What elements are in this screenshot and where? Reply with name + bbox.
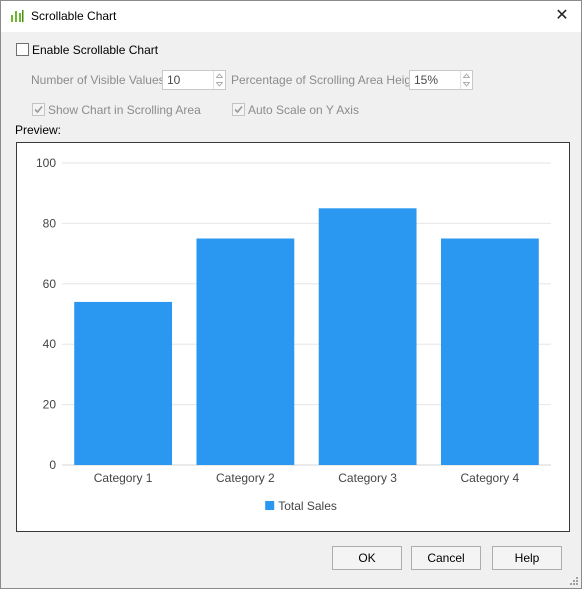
scrollable-chart-dialog: Scrollable Chart ✕ Enable Scrollable Cha… (0, 0, 582, 589)
chart-app-icon (11, 10, 24, 22)
auto-scale-label: Auto Scale on Y Axis (248, 103, 359, 117)
enable-scrollable-checkbox[interactable] (16, 43, 29, 56)
bar (196, 238, 295, 465)
scroll-height-value: 15% (414, 73, 439, 87)
bar (440, 238, 539, 465)
spin-down-icon[interactable] (216, 82, 223, 87)
y-tick-label: 100 (36, 156, 56, 170)
spin-up-icon[interactable] (216, 73, 223, 78)
chart-preview: 0 20 40 60 80 100 Category 1 Category 2 Category… (16, 142, 570, 532)
x-tick-label: Category 2 (216, 471, 275, 485)
y-tick-label: 60 (43, 277, 57, 291)
x-tick-label: Category 1 (94, 471, 153, 485)
checkmark-icon (234, 105, 243, 114)
help-button[interactable]: Help (492, 546, 562, 570)
ok-button[interactable]: OK (332, 546, 402, 570)
visible-values-label: Number of Visible Values: (31, 73, 168, 87)
close-button[interactable]: ✕ (549, 4, 575, 28)
x-tick-label: Category 3 (338, 471, 397, 485)
legend-swatch (265, 501, 275, 510)
preview-label: Preview: (15, 123, 62, 137)
bar (74, 301, 173, 465)
spin-down-icon[interactable] (463, 82, 470, 87)
resize-grip-icon[interactable] (569, 576, 579, 586)
auto-scale-checkbox[interactable] (232, 103, 245, 116)
spin-up-icon[interactable] (463, 73, 470, 78)
visible-values-value: 10 (167, 73, 181, 87)
close-icon: ✕ (555, 7, 569, 24)
bar (318, 208, 417, 466)
scroll-height-label: Percentage of Scrolling Area Height: (231, 73, 425, 87)
window-title: Scrollable Chart (31, 9, 117, 23)
enable-scrollable-label: Enable Scrollable Chart (32, 43, 159, 57)
x-tick-label: Category 4 (461, 471, 520, 485)
title-bar[interactable]: Scrollable Chart ✕ (1, 1, 581, 32)
checkmark-icon (34, 105, 43, 114)
y-tick-label: 40 (43, 337, 57, 351)
legend-label: Total Sales (278, 499, 337, 513)
cancel-button[interactable]: Cancel (411, 546, 481, 570)
show-chart-label: Show Chart in Scrolling Area (48, 103, 201, 117)
bar-chart: 0 20 40 60 80 100 Category 1 Category 2 Category… (36, 156, 551, 513)
scroll-height-spinner[interactable]: 15% (409, 70, 473, 90)
y-tick-label: 0 (49, 458, 56, 472)
y-tick-label: 80 (43, 216, 57, 230)
visible-values-spinner[interactable]: 10 (162, 70, 226, 90)
show-chart-checkbox[interactable] (32, 103, 45, 116)
y-tick-label: 20 (43, 398, 57, 412)
